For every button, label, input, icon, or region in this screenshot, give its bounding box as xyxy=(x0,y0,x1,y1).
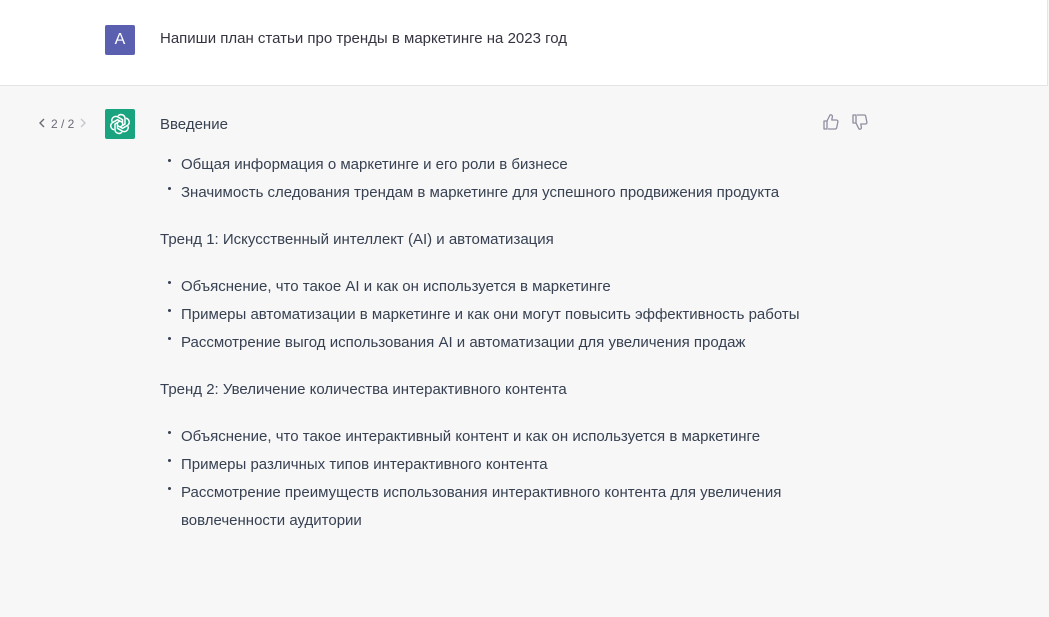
user-avatar: A xyxy=(105,25,135,55)
list-item: Значимость следования трендам в маркетин… xyxy=(160,179,820,207)
openai-logo-icon xyxy=(105,109,135,139)
section-heading: Тренд 2: Увеличение количества интеракти… xyxy=(160,381,567,398)
bullet-list: Объяснение, что такое AI и как он исполь… xyxy=(160,273,820,357)
bullet-list: Объяснение, что такое интерактивный конт… xyxy=(160,423,820,535)
section-heading: Введение xyxy=(160,116,228,133)
assistant-message-row: 2 / 2 Введение Общая информация о маркет… xyxy=(0,86,1049,617)
list-item: Примеры автоматизации в маркетинге и как… xyxy=(160,301,820,329)
response-pager: 2 / 2 xyxy=(38,117,87,131)
list-item: Примеры различных типов интерактивного к… xyxy=(160,451,820,479)
pager-label: 2 / 2 xyxy=(51,117,75,131)
list-item: Рассмотрение выгод использования AI и ав… xyxy=(160,329,820,357)
bullet-list: Общая информация о маркетинге и его роли… xyxy=(160,151,820,207)
list-item: Общая информация о маркетинге и его роли… xyxy=(160,151,820,179)
list-item: Рассмотрение преимуществ использования и… xyxy=(160,479,820,535)
chevron-right-icon[interactable] xyxy=(79,118,87,131)
user-message-text: Напиши план статьи про тренды в маркетин… xyxy=(160,30,568,47)
list-item: Объяснение, что такое AI и как он исполь… xyxy=(160,273,820,301)
list-item: Объяснение, что такое интерактивный конт… xyxy=(160,423,820,451)
section-heading: Тренд 1: Искусственный интеллект (AI) и … xyxy=(160,231,554,248)
user-message-row: A Напиши план статьи про тренды в маркет… xyxy=(0,0,1048,86)
thumbs-down-icon[interactable] xyxy=(851,113,869,131)
chevron-left-icon[interactable] xyxy=(38,118,46,131)
thumbs-up-icon[interactable] xyxy=(822,113,840,131)
assistant-message-content: Введение Общая информация о маркетинге и… xyxy=(160,114,820,535)
